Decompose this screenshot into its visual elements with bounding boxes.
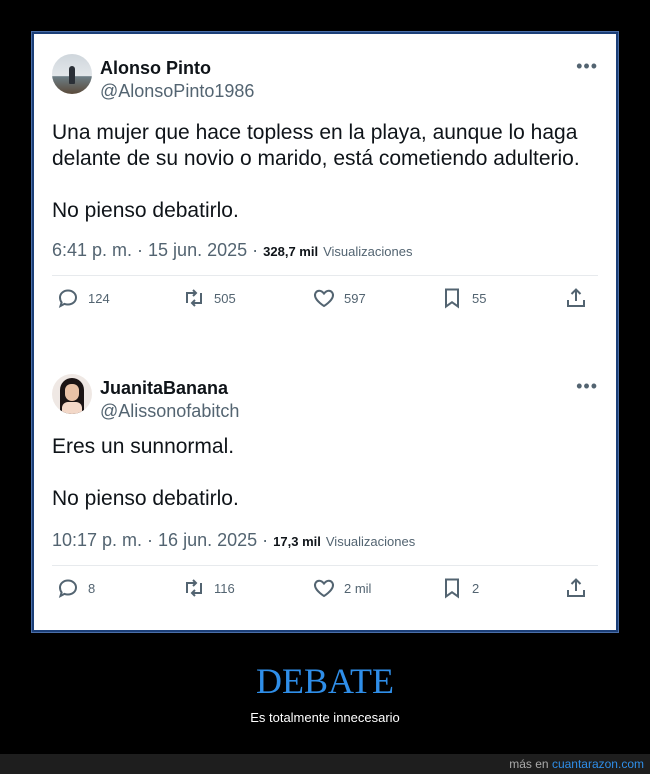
more-options-icon[interactable]: ••• (576, 376, 598, 397)
like-icon (313, 289, 335, 308)
action-bar: 8 116 2 mil 2 (52, 576, 598, 616)
tweet-text: Una mujer que hace topless en la playa, … (52, 120, 598, 224)
retweet-count: 116 (214, 580, 235, 596)
retweet-button[interactable]: 505 (182, 286, 236, 310)
reply-count: 8 (88, 580, 96, 596)
bookmark-icon (445, 578, 459, 599)
action-bar: 124 505 597 55 (52, 286, 598, 326)
avatar[interactable] (52, 374, 92, 414)
site-link[interactable]: cuantarazon.com (552, 757, 644, 771)
tweet-paragraph: No pienso debatirlo. (52, 199, 239, 222)
reply-button[interactable]: 8 (56, 576, 95, 600)
tweet: JuanitaBanana @Alissonofabitch ••• Eres … (52, 374, 598, 616)
views-count: 17,3 mil (273, 534, 321, 549)
site-footer: más en cuantarazon.com (0, 754, 650, 774)
reply-icon (58, 579, 78, 598)
retweet-icon (186, 579, 202, 597)
author-handle[interactable]: @AlonsoPinto1986 (100, 81, 254, 102)
bookmark-button[interactable]: 2 (440, 576, 479, 600)
bookmark-count: 2 (472, 580, 480, 596)
share-button[interactable] (564, 286, 588, 310)
share-icon (567, 288, 585, 307)
bookmark-count: 55 (472, 290, 487, 306)
like-icon (313, 579, 335, 598)
timestamp[interactable]: 10:17 p. m. · 16 jun. 2025 · (52, 530, 268, 550)
tweet-meta: 10:17 p. m. · 16 jun. 2025 · 17,3 mil Vi… (52, 530, 598, 551)
views-label: Visualizaciones (325, 534, 416, 549)
like-button[interactable]: 2 mil (312, 576, 371, 600)
share-icon (567, 578, 585, 597)
retweet-icon (186, 289, 202, 307)
screenshot-card: Alonso Pinto @AlonsoPinto1986 ••• Una mu… (31, 31, 619, 633)
more-options-icon[interactable]: ••• (576, 56, 598, 77)
tweet-paragraph: Una mujer que hace topless en la playa, … (52, 121, 580, 170)
retweet-count: 505 (214, 290, 236, 306)
reply-icon (58, 289, 78, 308)
share-button[interactable] (564, 576, 588, 600)
retweet-button[interactable]: 116 (182, 576, 235, 600)
bookmark-button[interactable]: 55 (440, 286, 486, 310)
like-count: 597 (344, 290, 366, 306)
divider (52, 565, 598, 566)
like-button[interactable]: 597 (312, 286, 366, 310)
avatar[interactable] (52, 54, 92, 94)
tweet-meta: 6:41 p. m. · 15 jun. 2025 · 328,7 mil Vi… (52, 240, 598, 261)
author-name[interactable]: JuanitaBanana (100, 378, 228, 399)
author-name[interactable]: Alonso Pinto (100, 58, 211, 79)
divider (52, 275, 598, 276)
author-handle[interactable]: @Alissonofabitch (100, 401, 239, 422)
views-count: 328,7 mil (263, 244, 319, 259)
footer-prefix: más en (509, 757, 549, 771)
tweet-text: Eres un sunnormal. No pienso debatirlo. (52, 434, 598, 512)
tweet-header: JuanitaBanana @Alissonofabitch ••• (52, 374, 598, 422)
tweet-paragraph: No pienso debatirlo. (52, 487, 239, 510)
like-count: 2 mil (344, 580, 372, 596)
tweet-header: Alonso Pinto @AlonsoPinto1986 ••• (52, 54, 598, 102)
tweet-paragraph: Eres un sunnormal. (52, 435, 235, 458)
timestamp[interactable]: 6:41 p. m. · 15 jun. 2025 · (52, 240, 258, 260)
reply-count: 124 (88, 290, 110, 306)
reply-button[interactable]: 124 (56, 286, 110, 310)
caption-subtitle: Es totalmente innecesario (250, 710, 400, 725)
caption-title: DEBATE (256, 661, 394, 701)
bookmark-icon (445, 288, 459, 309)
tweet: Alonso Pinto @AlonsoPinto1986 ••• Una mu… (52, 54, 598, 326)
views-label: Visualizaciones (323, 244, 413, 259)
